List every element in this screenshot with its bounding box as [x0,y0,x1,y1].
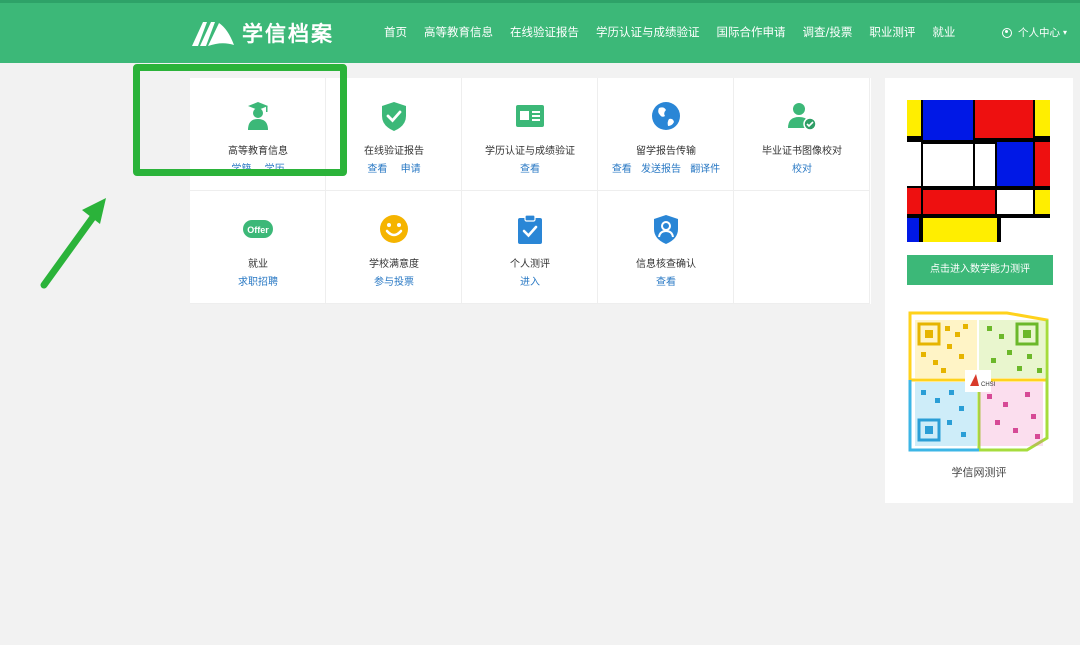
service-diploma-image-check[interactable]: 毕业证书图像校对 校对 [734,78,870,191]
top-navigation-bar: 学信档案 首页 高等教育信息 在线验证报告 学历认证与成绩验证 国际合作申请 调… [0,0,1080,63]
service-title: 就业 [248,259,268,270]
link-vote[interactable]: 参与投票 [374,277,414,288]
nav-item-survey[interactable]: 调查/投票 [803,24,853,40]
shield-check-icon [382,102,406,131]
nav-item-online-verification[interactable]: 在线验证报告 [510,24,579,40]
link-view[interactable]: 查看 [367,164,387,175]
qr-logo-text: CHSI [981,382,996,388]
service-title: 毕业证书图像校对 [762,146,842,157]
main-nav: 首页 高等教育信息 在线验证报告 学历认证与成绩验证 国际合作申请 调查/投票 … [384,24,972,40]
caret-down-icon: ▾ [1063,28,1068,37]
service-title: 学校满意度 [369,259,419,270]
link-enter[interactable]: 进入 [520,277,540,288]
empty-cell [734,191,870,304]
qr-code-image: CHSI [908,311,1049,452]
service-title: 信息核查确认 [636,259,696,270]
link-send-report[interactable]: 发送报告 [641,164,681,175]
nav-item-degree-certification[interactable]: 学历认证与成绩验证 [596,24,700,40]
service-employment[interactable]: Offer 就业 求职招聘 [190,191,326,304]
nav-item-home[interactable]: 首页 [384,24,407,40]
service-personal-assessment[interactable]: 个人测评 进入 [462,191,598,304]
service-study-abroad-transfer[interactable]: 留学报告传输 查看 发送报告 翻译件 [598,78,734,191]
math-test-button[interactable]: 点击进入数学能力测评 [907,255,1053,285]
globe-icon [652,102,680,130]
link-proofread[interactable]: 校对 [792,164,812,175]
link-view[interactable]: 查看 [520,164,540,175]
sidebar-panel: 点击进入数学能力测评 CHSI 学信网测评 [885,78,1073,503]
link-translation[interactable]: 翻译件 [690,164,720,175]
service-school-satisfaction[interactable]: 学校满意度 参与投票 [326,191,462,304]
site-logo[interactable]: 学信档案 [190,18,334,48]
math-test-banner-image[interactable] [907,100,1050,242]
service-degree-certification[interactable]: 学历认证与成绩验证 查看 [462,78,598,191]
offer-icon-text: Offer [247,225,269,235]
highlight-box [133,64,347,176]
id-card-icon [516,105,544,127]
pointer-arrow-icon [40,198,106,289]
smiley-icon [380,215,408,243]
nav-item-international[interactable]: 国际合作申请 [717,24,786,40]
user-menu[interactable]: 个人中心 ▾ [1002,25,1067,40]
logo-text: 学信档案 [242,22,334,46]
link-job-search[interactable]: 求职招聘 [238,277,278,288]
service-info-verification[interactable]: 信息核查确认 查看 [598,191,734,304]
user-icon [1002,27,1012,38]
nav-item-career-test[interactable]: 职业测评 [869,24,915,40]
nav-item-higher-education[interactable]: 高等教育信息 [424,24,493,40]
link-view[interactable]: 查看 [612,164,632,175]
service-title: 个人测评 [510,259,550,270]
logo-book-icon [192,22,234,46]
qr-caption: 学信网测评 [951,466,1007,479]
link-apply[interactable]: 申请 [401,164,421,175]
service-title: 学历认证与成绩验证 [485,146,575,157]
clipboard-check-icon [518,214,542,244]
user-check-icon [788,103,817,131]
service-title: 留学报告传输 [636,146,696,157]
user-shield-icon [654,215,678,244]
nav-item-employment[interactable]: 就业 [932,24,955,40]
link-view[interactable]: 查看 [656,277,676,288]
user-menu-label: 个人中心 [1018,27,1060,39]
offer-icon: Offer [243,220,273,238]
